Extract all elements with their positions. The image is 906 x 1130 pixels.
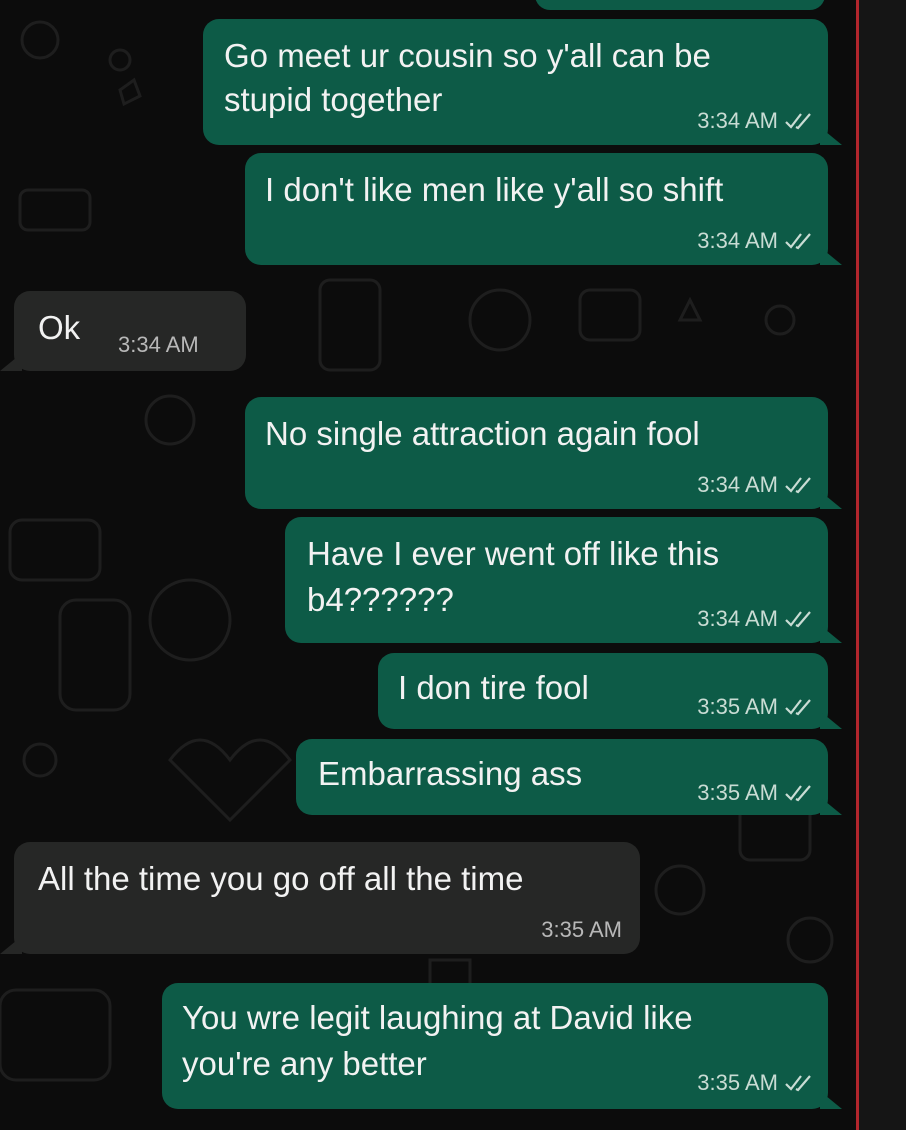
double-check-icon [785,233,811,250]
bubble-tail [0,353,22,371]
double-check-icon [785,1075,811,1092]
message-bubble-outgoing[interactable]: I don tire fool 3:35 AM [378,653,842,729]
message-bubble-outgoing[interactable]: No single attraction again fool 3:34 AM [245,397,842,509]
double-check-icon [785,699,811,716]
message-meta: 3:35 AM [697,1071,814,1095]
message-time: 3:34 AM [697,108,778,133]
bubble-tail [820,247,842,265]
message-text: b4?????? [307,581,454,618]
message-text: you're any better [182,1045,427,1082]
message-bubble-outgoing[interactable]: You wre legit laughing at David like you… [162,983,842,1109]
message-meta: 3:35 AM [697,781,814,805]
message-text: You wre legit laughing at David like [182,999,693,1036]
bubble-tail [820,491,842,509]
message-bubble-incoming[interactable]: All the time you go off all the time 3:3… [0,842,640,954]
message-time: 3:34 AM [118,332,199,357]
double-check-icon [785,113,811,130]
message-text: stupid together [224,81,443,118]
bubble-tail [820,625,842,643]
bubble-tail [820,127,842,145]
message-meta: 3:34 AM [118,333,199,357]
bubble-tail [820,1091,842,1109]
message-time: 3:35 AM [697,694,778,719]
message-meta: 3:34 AM [697,229,814,253]
message-time: 3:34 AM [697,472,778,497]
message-text: No single attraction again fool [265,415,700,452]
message-time: 3:34 AM [697,228,778,253]
message-text: Go meet ur cousin so y'all can be [224,37,711,74]
bubble-tail [820,711,842,729]
message-text: Have I ever went off like this [307,535,720,572]
message-meta: 3:34 AM [697,473,814,497]
message-bubble-outgoing[interactable]: Go meet ur cousin so y'all can be stupid… [203,19,842,145]
message-text: I don't like men like y'all so shift [265,171,724,208]
bubble-tail [0,936,22,954]
message-bubble-partial [535,0,825,10]
message-time: 3:35 AM [697,780,778,805]
message-meta: 3:35 AM [697,695,814,719]
message-time: 3:34 AM [697,606,778,631]
message-bubble-outgoing[interactable]: Have I ever went off like this b4?????? … [285,517,842,643]
message-bubble-outgoing[interactable]: Embarrassing ass 3:35 AM [296,739,842,815]
message-meta: 3:35 AM [541,918,622,942]
message-text: Ok [38,309,81,346]
message-time: 3:35 AM [697,1070,778,1095]
double-check-icon [785,477,811,494]
message-time: 3:35 AM [541,917,622,942]
side-panel [859,0,906,1130]
message-text: Embarrassing ass [318,755,583,792]
message-text: All the time you go off all the time [38,860,524,897]
message-bubble-outgoing[interactable]: I don't like men like y'all so shift 3:3… [245,153,842,265]
message-meta: 3:34 AM [697,607,814,631]
message-bubble-incoming[interactable]: Ok 3:34 AM [0,291,246,371]
double-check-icon [785,611,811,628]
bubble-tail [820,797,842,815]
message-meta: 3:34 AM [697,109,814,133]
double-check-icon [785,785,811,802]
message-text: I don tire fool [398,669,589,706]
